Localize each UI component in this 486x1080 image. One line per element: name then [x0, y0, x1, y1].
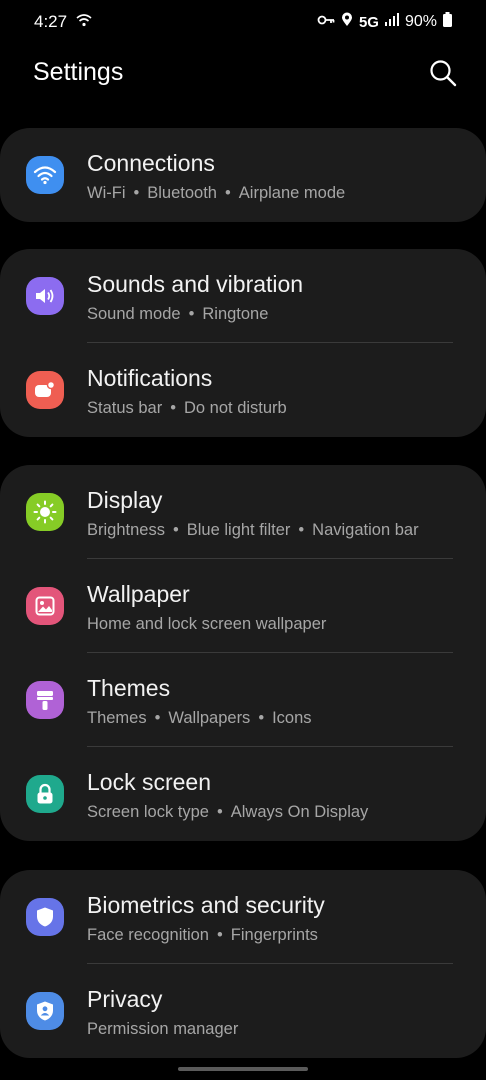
- subtitle-part: Navigation bar: [312, 521, 419, 539]
- settings-item-themes[interactable]: Themes Themes • Wallpapers • Icons: [0, 653, 486, 747]
- settings-card: Connections Wi-Fi • Bluetooth • Airplane mode: [0, 128, 486, 222]
- vpn-key-icon: [317, 13, 335, 31]
- settings-item-lock-screen[interactable]: Lock screen Screen lock type • Always On Di…: [0, 747, 486, 841]
- settings-item-subtitle: Themes • Wallpapers • Icons: [87, 709, 312, 728]
- settings-item-subtitle: Face recognition • Fingerprints: [87, 926, 318, 945]
- network-type: 5G: [358, 13, 379, 31]
- settings-item-title: Sounds and vibration: [87, 271, 304, 297]
- subtitle-part: Fingerprints: [230, 926, 318, 944]
- separator-dot: •: [298, 521, 305, 539]
- location-icon: [341, 12, 353, 32]
- subtitle-part: Ringtone: [202, 305, 269, 323]
- separator-dot: •: [258, 709, 265, 727]
- search-icon: [430, 60, 457, 87]
- separator-dot: •: [188, 305, 195, 323]
- subtitle-part: Do not disturb: [184, 399, 287, 417]
- subtitle-part: Blue light filter: [186, 521, 291, 539]
- subtitle-part: Home and lock screen wallpaper: [87, 615, 327, 633]
- settings-item-title: Lock screen: [87, 769, 212, 795]
- settings-item-biometrics-and-security[interactable]: Biometrics and security Face recognition •…: [0, 870, 486, 964]
- lock-icon: [26, 775, 64, 813]
- wifi-icon: [26, 156, 64, 194]
- status-bar: 4:27 5G 90%: [0, 0, 486, 44]
- header: Settings: [0, 52, 486, 100]
- subtitle-part: Status bar: [87, 399, 163, 417]
- subtitle-part: Screen lock type: [87, 803, 209, 821]
- subtitle-part: Sound mode: [87, 305, 181, 323]
- separator-dot: •: [154, 709, 161, 727]
- settings-card: Sounds and vibration Sound mode • Ringtone N…: [0, 249, 486, 437]
- battery-level: 90%: [404, 13, 437, 30]
- settings-card: Biometrics and security Face recognition •…: [0, 870, 486, 1058]
- subtitle-part: Brightness: [87, 521, 165, 539]
- subtitle-part: Wallpapers: [168, 709, 251, 727]
- status-icons: 5G 90%: [317, 12, 452, 32]
- subtitle-part: Bluetooth: [147, 184, 217, 202]
- settings-item-display[interactable]: Display Brightness • Blue light filter • Navi…: [0, 465, 486, 559]
- settings-item-subtitle: Wi-Fi • Bluetooth • Airplane mode: [87, 184, 345, 203]
- settings-item-subtitle: Permission manager: [87, 1020, 238, 1039]
- separator-dot: •: [216, 803, 223, 821]
- separator-dot: •: [170, 399, 176, 417]
- settings-item-subtitle: Sound mode • Ringtone: [87, 305, 268, 324]
- subtitle-part: Always On Display: [230, 803, 369, 821]
- settings-item-subtitle: Screen lock type • Always On Display: [87, 803, 368, 822]
- subtitle-part: Icons: [272, 709, 312, 727]
- settings-item-sounds-and-vibration[interactable]: Sounds and vibration Sound mode • Ringtone: [0, 249, 486, 343]
- settings-card: Display Brightness • Blue light filter • Navi…: [0, 465, 486, 841]
- settings-item-subtitle: Status bar • Do not disturb: [87, 399, 287, 418]
- settings-item-title: Notifications: [87, 365, 213, 391]
- subtitle-part: Wi-Fi: [87, 184, 126, 202]
- subtitle-part: Themes: [87, 709, 147, 727]
- settings-item-connections[interactable]: Connections Wi-Fi • Bluetooth • Airplane mode: [0, 128, 486, 222]
- subtitle-part: Airplane mode: [238, 184, 346, 202]
- settings-item-privacy[interactable]: Privacy Permission manager: [0, 964, 486, 1058]
- wifi-status-icon: [76, 13, 92, 32]
- settings-item-title: Biometrics and security: [87, 892, 325, 918]
- notification-icon: [26, 371, 64, 409]
- separator-dot: •: [172, 521, 179, 539]
- subtitle-part: Face recognition: [87, 926, 209, 944]
- separator-dot: •: [225, 184, 231, 202]
- search-button[interactable]: [428, 58, 458, 88]
- image-icon: [26, 587, 64, 625]
- separator-dot: •: [217, 926, 223, 944]
- settings-item-title: Wallpaper: [87, 581, 190, 607]
- settings-item-title: Privacy: [87, 986, 163, 1012]
- home-indicator[interactable]: [178, 1067, 308, 1071]
- settings-item-title: Display: [87, 487, 163, 513]
- page-title: Settings: [33, 58, 124, 86]
- separator-dot: •: [133, 184, 140, 202]
- settings-item-subtitle: Home and lock screen wallpaper: [87, 615, 326, 634]
- volume-icon: [26, 277, 64, 315]
- subtitle-part: Permission manager: [87, 1020, 239, 1038]
- privacy-icon: [26, 992, 64, 1030]
- settings-item-subtitle: Brightness • Blue light filter • Navigation …: [87, 521, 419, 540]
- settings-item-title: Themes: [87, 675, 171, 701]
- shield-icon: [26, 898, 64, 936]
- paint-brush-icon: [26, 681, 64, 719]
- signal-icon: [384, 13, 399, 31]
- settings-item-wallpaper[interactable]: Wallpaper Home and lock screen wallpaper: [0, 559, 486, 653]
- settings-item-title: Connections: [87, 150, 215, 176]
- battery-icon: [443, 12, 452, 32]
- status-time: 4:27: [34, 12, 68, 31]
- settings-item-notifications[interactable]: Notifications Status bar • Do not disturb: [0, 343, 486, 437]
- brightness-icon: [26, 493, 64, 531]
